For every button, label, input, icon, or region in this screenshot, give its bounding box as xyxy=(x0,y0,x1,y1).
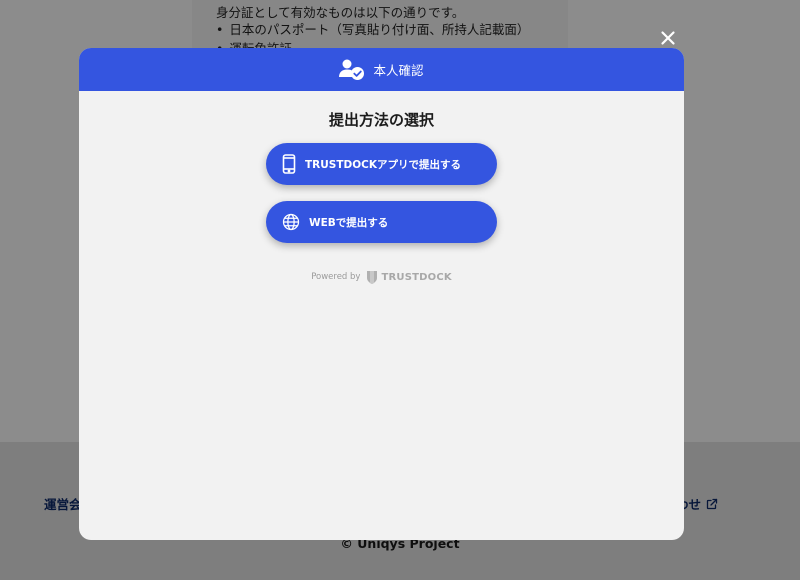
shield-icon xyxy=(367,271,378,284)
close-icon xyxy=(661,31,675,45)
submit-via-web-label: WEBで提出する xyxy=(309,216,389,229)
identity-verification-modal: 本人確認 提出方法の選択 TRUSTDOCKアプリで提出する WEBで提出する … xyxy=(79,48,684,540)
submit-via-app-button[interactable]: TRUSTDOCKアプリで提出する xyxy=(266,143,497,185)
smartphone-icon xyxy=(282,154,296,174)
powered-by: Powered by TRUSTDOCK xyxy=(79,270,684,284)
user-check-icon xyxy=(339,59,365,80)
modal-header-title: 本人確認 xyxy=(373,63,424,78)
powered-by-label: Powered by xyxy=(311,272,361,282)
submit-via-web-button[interactable]: WEBで提出する xyxy=(266,201,497,243)
brand-name: TRUSTDOCK xyxy=(381,271,452,283)
brand-logo: TRUSTDOCK xyxy=(366,270,452,284)
submit-via-app-label: TRUSTDOCKアプリで提出する xyxy=(305,158,461,171)
globe-icon xyxy=(282,213,300,231)
modal-title: 提出方法の選択 xyxy=(328,111,434,129)
close-button[interactable] xyxy=(657,27,679,49)
modal-header: 本人確認 xyxy=(79,48,684,91)
